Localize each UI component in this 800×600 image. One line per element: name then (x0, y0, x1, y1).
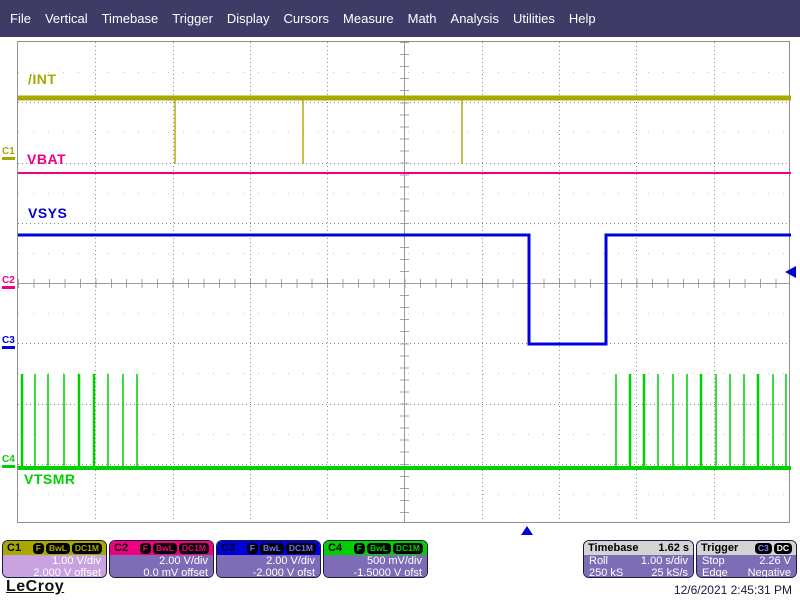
c2-badge-bwl: BwL (153, 543, 177, 554)
c4-offset: -1.5000 V ofst (329, 567, 422, 578)
c3-badge-dc1m: DC1M (286, 543, 316, 554)
menu-file[interactable]: File (10, 11, 31, 26)
c4-badge-f: F (354, 543, 365, 554)
menu-measure[interactable]: Measure (343, 11, 394, 26)
timebase-title: Timebase (588, 542, 639, 554)
trigger-level-marker[interactable] (785, 266, 796, 278)
waveform-grid (17, 41, 790, 523)
trigger-type: Edge (702, 567, 728, 578)
trigger-coupling-badge: DC (774, 543, 792, 554)
c3-vdiv: 2.00 V/div (222, 555, 315, 567)
c1-offset: 2.000 V offset (8, 567, 101, 578)
trigger-slope: Negative (748, 567, 791, 578)
waveform-traces (18, 42, 791, 524)
c3-offset: -2.000 V ofst (222, 567, 315, 578)
c1-vdiv: 1.00 V/div (8, 555, 101, 567)
timebase-scale: 1.00 s/div (641, 555, 688, 567)
channel-box-c4[interactable]: C4 F BwL DC1M 500 mV/div -1.5000 V ofst (323, 540, 428, 578)
menu-help[interactable]: Help (569, 11, 596, 26)
c2-vdiv: 2.00 V/div (115, 555, 208, 567)
c2-badge-dc1m: DC1M (179, 543, 209, 554)
timebase-value: 1.62 s (658, 542, 689, 554)
trigger-mode: Stop (702, 555, 725, 567)
channel-marker-c4[interactable]: C4 (2, 455, 16, 468)
c2-offset: 0.0 mV offset (115, 567, 208, 578)
timebase-samples: 250 kS (589, 567, 623, 578)
c1-badge-f: F (33, 543, 44, 554)
trigger-time-marker[interactable] (521, 526, 533, 535)
menu-math[interactable]: Math (408, 11, 437, 26)
c2-label: C2 (114, 542, 128, 554)
menu-vertical[interactable]: Vertical (45, 11, 88, 26)
menu-cursors[interactable]: Cursors (284, 11, 330, 26)
menu-trigger[interactable]: Trigger (172, 11, 213, 26)
channel-box-c3[interactable]: C3 F BwL DC1M 2.00 V/div -2.000 V ofst (216, 540, 321, 578)
trigger-level: 2.26 V (759, 555, 791, 567)
trigger-box[interactable]: Trigger C3 DC Stop 2.26 V Edge Negative (696, 540, 797, 578)
datetime-display: 12/6/2021 2:45:31 PM (674, 583, 792, 597)
c3-badge-bwl: BwL (260, 543, 284, 554)
channel-marker-c3[interactable]: C3 (2, 336, 16, 349)
c1-badge-bwl: BwL (46, 543, 70, 554)
trigger-source-badge: C3 (755, 543, 772, 554)
c1-label: C1 (7, 542, 21, 554)
trace-label-vbat: VBAT (27, 151, 66, 167)
c4-vdiv: 500 mV/div (329, 555, 422, 567)
c4-label: C4 (328, 542, 342, 554)
menu-bar: File Vertical Timebase Trigger Display C… (0, 0, 800, 37)
timebase-box[interactable]: Timebase 1.62 s Roll 1.00 s/div 250 kS 25 … (583, 540, 694, 578)
lecroy-logo: LeCroy (6, 578, 64, 596)
channel-marker-c2[interactable]: C2 (2, 276, 16, 289)
timebase-rate: 25 kS/s (651, 567, 688, 578)
menu-analysis[interactable]: Analysis (451, 11, 499, 26)
c1-badge-dc1m: DC1M (72, 543, 102, 554)
trace-label-vsys: VSYS (28, 205, 67, 221)
menu-timebase[interactable]: Timebase (102, 11, 159, 26)
c4-badge-dc1m: DC1M (393, 543, 423, 554)
channel-box-c1[interactable]: C1 F BwL DC1M 1.00 V/div 2.000 V offset (2, 540, 107, 578)
c2-badge-f: F (140, 543, 151, 554)
trace-label-vtsmr: VTSMR (24, 471, 76, 487)
channel-box-c2[interactable]: C2 F BwL DC1M 2.00 V/div 0.0 mV offset (109, 540, 214, 578)
c3-badge-f: F (247, 543, 258, 554)
c3-label: C3 (221, 542, 235, 554)
trace-label-int: /INT (28, 71, 56, 87)
channel-marker-c1[interactable]: C1 (2, 147, 16, 160)
c4-badge-bwl: BwL (367, 543, 391, 554)
menu-utilities[interactable]: Utilities (513, 11, 555, 26)
trigger-title: Trigger (701, 542, 738, 554)
timebase-mode: Roll (589, 555, 608, 567)
menu-display[interactable]: Display (227, 11, 270, 26)
